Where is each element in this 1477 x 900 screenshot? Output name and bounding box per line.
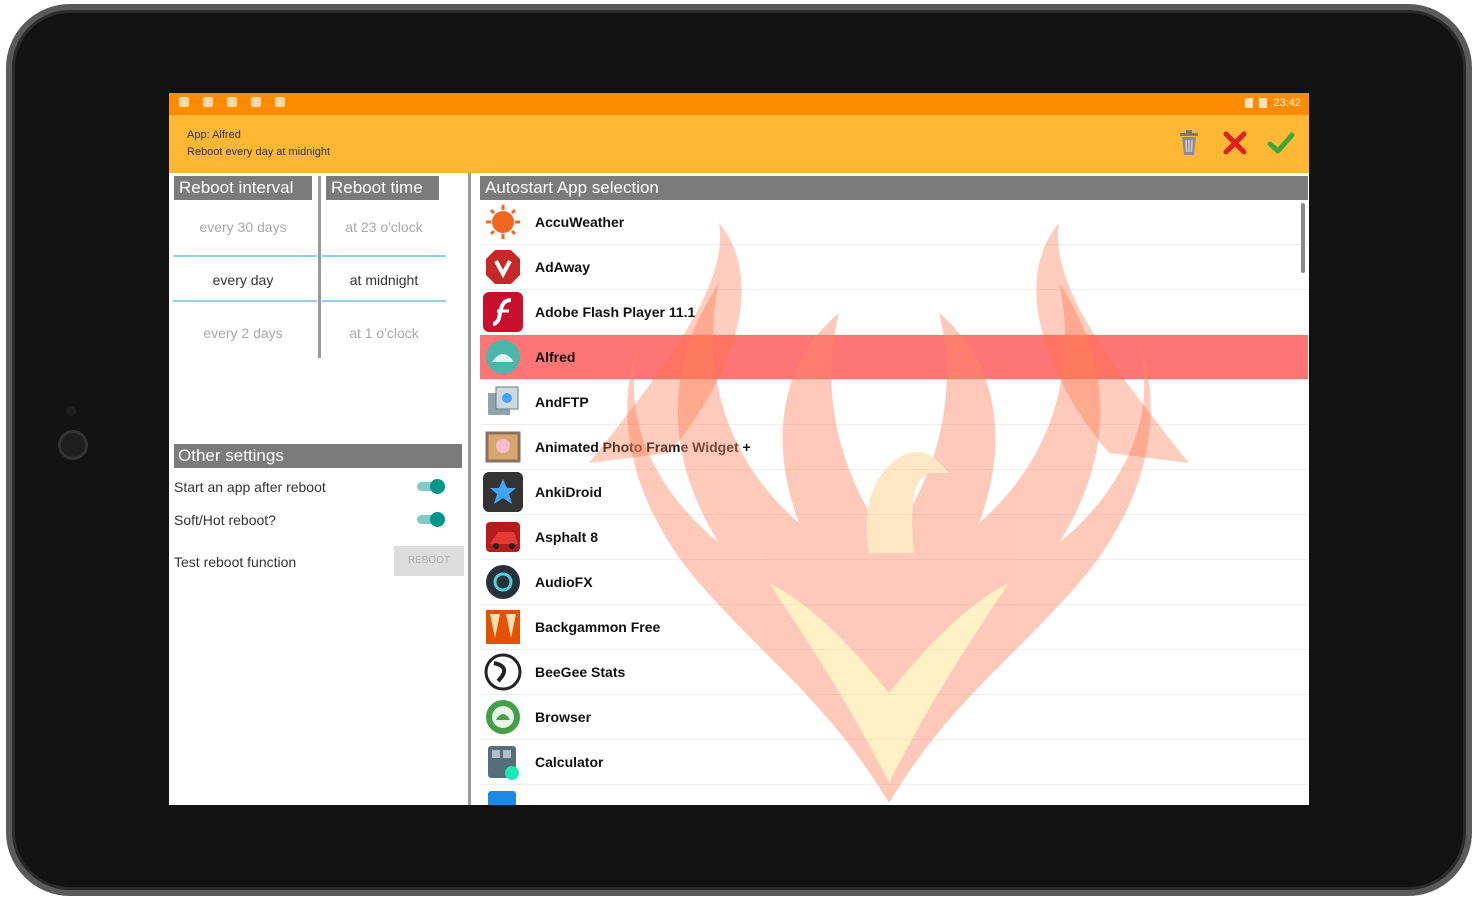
check-icon[interactable] <box>1267 129 1295 157</box>
picker-divider <box>173 255 317 257</box>
notification-icon <box>275 97 285 107</box>
status-bar: 23:42 <box>169 93 1309 115</box>
time-option-selected[interactable]: at midnight <box>314 272 454 288</box>
asphalt-icon <box>483 517 523 557</box>
list-item[interactable]: AccuWeather <box>480 200 1308 245</box>
app-bar-subtitle-app: App: Alfred <box>187 129 241 141</box>
picker-divider <box>173 300 317 302</box>
interval-option-selected[interactable]: every day <box>173 272 313 288</box>
system-icons: 23:42 <box>1245 97 1301 109</box>
app-label: Alfred <box>535 349 576 365</box>
clock: 23:42 <box>1273 97 1301 109</box>
list-item[interactable]: Backgammon Free <box>480 605 1308 650</box>
list-item[interactable]: Asphalt 8 <box>480 515 1308 560</box>
browser-icon <box>483 697 523 737</box>
interval-option[interactable]: every 30 days <box>173 219 313 235</box>
reboot-time-header: Reboot time <box>326 176 439 200</box>
audiofx-icon <box>483 562 523 602</box>
accuweather-icon <box>483 202 523 242</box>
list-item[interactable]: Browser <box>480 695 1308 740</box>
start-app-label: Start an app after reboot <box>174 479 326 495</box>
beegee-icon <box>483 652 523 692</box>
time-option[interactable]: at 23 o'clock <box>314 219 454 235</box>
soft-hot-toggle[interactable] <box>417 512 445 527</box>
app-label: AdAway <box>535 259 590 275</box>
toggle-thumb <box>430 479 445 494</box>
soft-hot-label: Soft/Hot reboot? <box>174 512 276 528</box>
notification-icon <box>251 97 261 107</box>
app-label: AndFTP <box>535 394 589 410</box>
list-item[interactable]: BeeGee Stats <box>480 650 1308 695</box>
app-label: AccuWeather <box>535 214 625 230</box>
list-item[interactable]: AndFTP <box>480 380 1308 425</box>
list-item[interactable]: AudioFX <box>480 560 1308 605</box>
notification-icon <box>227 97 237 107</box>
flash-icon <box>483 292 523 332</box>
picker-divider <box>322 300 446 302</box>
app-selection-panel: Autostart App selection AccuWeather AdAw… <box>471 173 1309 805</box>
list-item-partial[interactable] <box>480 785 1308 805</box>
app-label: AnkiDroid <box>535 484 602 500</box>
andftp-icon <box>483 382 523 422</box>
settings-panel: Reboot interval Reboot time every 30 day… <box>169 173 467 805</box>
battery-icon <box>1259 98 1268 108</box>
alfred-icon <box>483 337 523 377</box>
app-label: Animated Photo Frame Widget + <box>535 439 751 455</box>
list-scrollbar[interactable] <box>1301 203 1305 273</box>
screen: 23:42 App: Alfred Reboot every day at mi… <box>169 93 1309 805</box>
other-settings-header: Other settings <box>174 444 462 468</box>
start-app-toggle[interactable] <box>417 479 445 494</box>
adaway-icon <box>483 247 523 287</box>
app-bar: App: Alfred Reboot every day at midnight <box>169 115 1309 173</box>
trash-icon[interactable] <box>1175 129 1203 157</box>
wifi-icon <box>1245 98 1254 108</box>
ankidroid-icon <box>483 472 523 512</box>
time-option[interactable]: at 1 o'clock <box>314 325 454 341</box>
front-sensor <box>66 406 76 416</box>
list-item[interactable]: AdAway <box>480 245 1308 290</box>
app-list[interactable]: AccuWeather AdAway Adobe Flash Player 11… <box>480 200 1308 805</box>
app-label: Asphalt 8 <box>535 529 599 545</box>
app-label: BeeGee Stats <box>535 664 626 680</box>
list-item[interactable]: Animated Photo Frame Widget + <box>480 425 1308 470</box>
test-reboot-label: Test reboot function <box>174 554 297 570</box>
notification-icon <box>203 97 213 107</box>
notification-icon <box>179 97 189 107</box>
app-label: Adobe Flash Player 11.1 <box>535 304 696 320</box>
calculator-icon <box>483 742 523 782</box>
list-item-selected[interactable]: Alfred <box>480 335 1308 380</box>
photo-frame-icon <box>483 427 523 467</box>
notification-icons <box>179 97 285 107</box>
app-label: Backgammon Free <box>535 619 661 635</box>
app-label: Calculator <box>535 754 604 770</box>
backgammon-icon <box>483 607 523 647</box>
interval-option[interactable]: every 2 days <box>173 325 313 341</box>
toggle-thumb <box>430 512 445 527</box>
app-icon <box>483 787 523 805</box>
list-item[interactable]: Calculator <box>480 740 1308 785</box>
autostart-header: Autostart App selection <box>480 176 1308 200</box>
list-item[interactable]: Adobe Flash Player 11.1 <box>480 290 1308 335</box>
picker-divider <box>322 255 446 257</box>
app-bar-actions <box>1175 129 1295 157</box>
close-icon[interactable] <box>1221 129 1249 157</box>
app-bar-subtitle-schedule: Reboot every day at midnight <box>187 146 331 158</box>
reboot-interval-header: Reboot interval <box>174 176 312 200</box>
front-camera <box>58 430 88 460</box>
app-label: Browser <box>535 709 592 725</box>
app-label: AudioFX <box>535 574 593 590</box>
list-item[interactable]: AnkiDroid <box>480 470 1308 515</box>
reboot-button[interactable]: REBOOT <box>394 546 464 576</box>
